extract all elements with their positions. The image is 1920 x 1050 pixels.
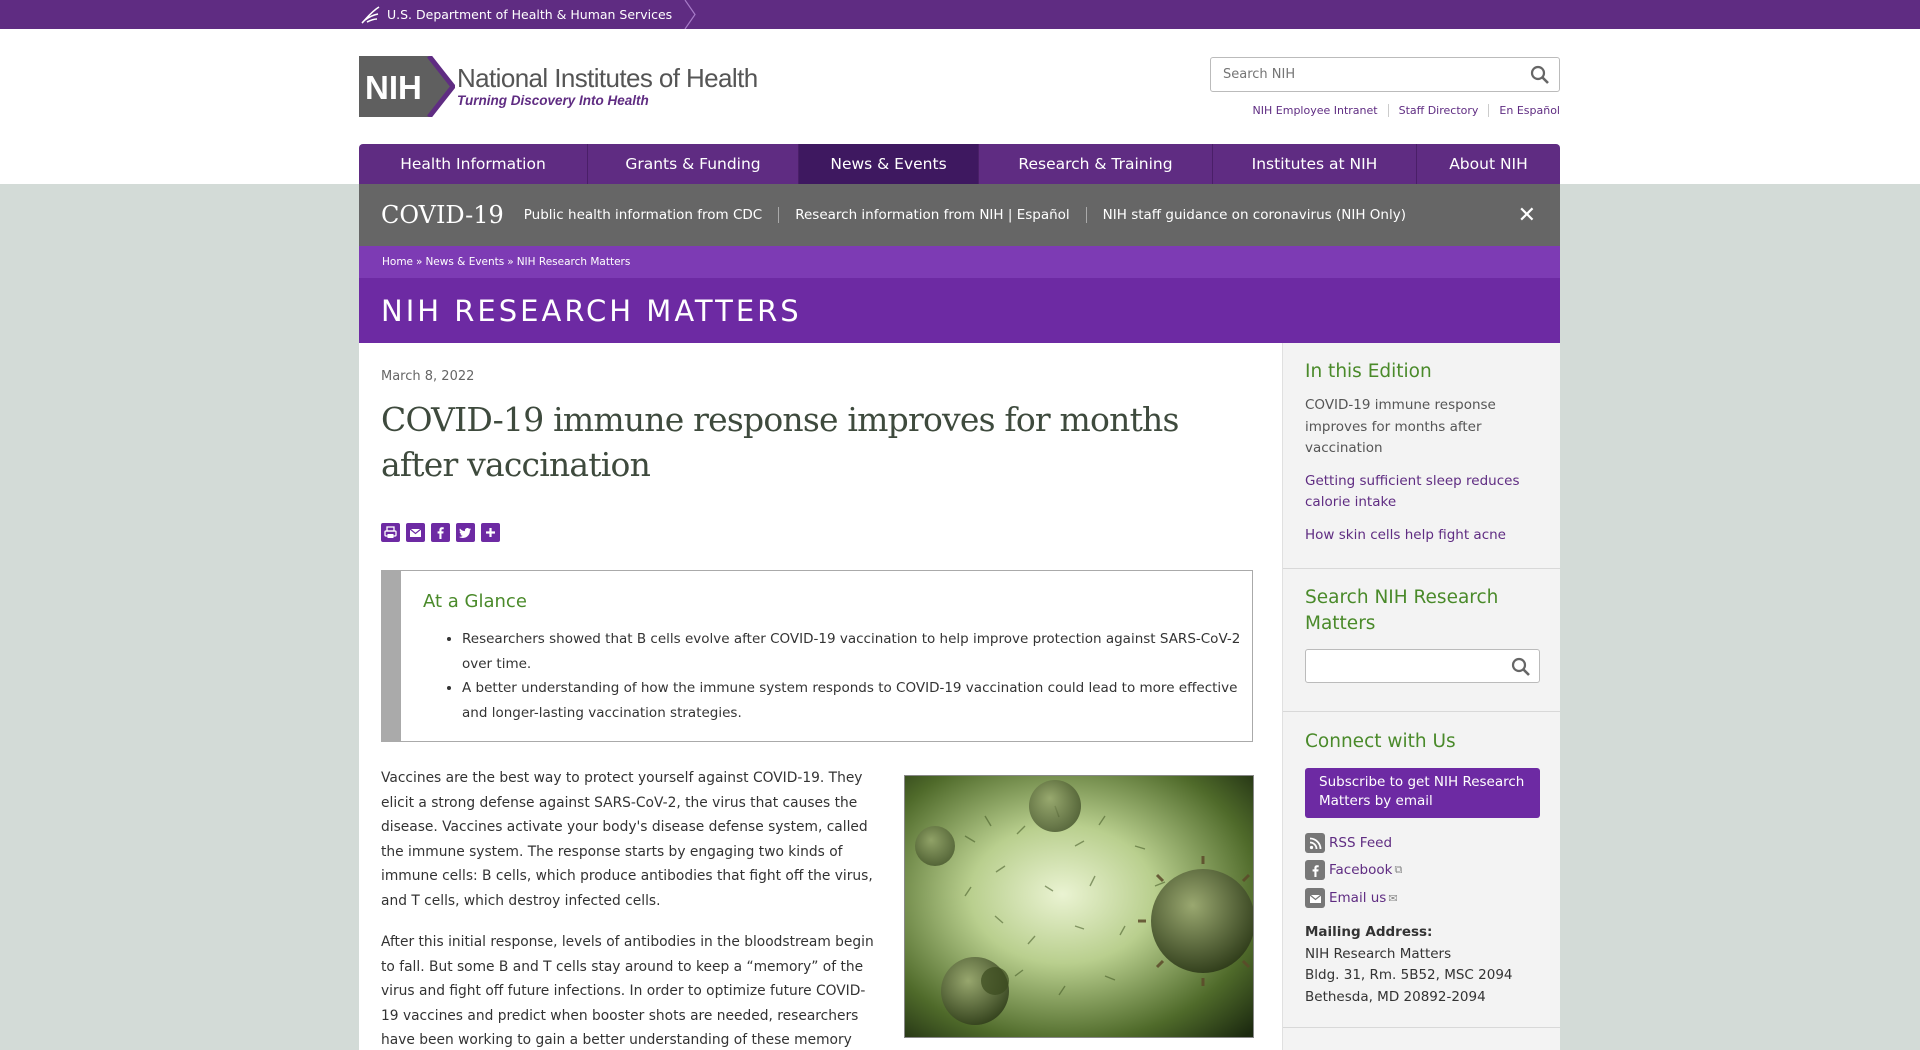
glance-accent-bar: [382, 571, 401, 741]
nih-logo[interactable]: NIH National Institutes of Health Turnin…: [359, 54, 758, 119]
nih-logo-badge: NIH: [359, 54, 457, 119]
edition-item-link[interactable]: Getting sufficient sleep reduces calorie…: [1305, 471, 1538, 514]
main-nav: Health Information Grants & Funding News…: [359, 144, 1560, 184]
search-icon[interactable]: [1530, 65, 1550, 89]
mail-link-icon: ✉: [1388, 891, 1398, 905]
nav-research-training[interactable]: Research & Training: [979, 144, 1213, 184]
glance-title: At a Glance: [423, 591, 527, 612]
rm-search-input[interactable]: [1305, 649, 1540, 683]
article-paragraph: Vaccines are the best way to protect you…: [381, 770, 873, 909]
connect-section: Connect with Us: [1283, 729, 1560, 755]
hhs-label: U.S. Department of Health & Human Servic…: [387, 7, 673, 22]
logo-title: National Institutes of Health: [457, 63, 758, 93]
subscribe-button[interactable]: Subscribe to get NIH Research Matters by…: [1305, 768, 1540, 818]
sidebar: In this Edition COVID-19 immune response…: [1282, 343, 1560, 1050]
site-search: [1210, 57, 1560, 92]
facebook-icon: [1305, 860, 1325, 880]
covid-banner: COVID-19 Public health information from …: [359, 184, 1560, 246]
social-facebook[interactable]: Facebook ⧉: [1305, 860, 1402, 880]
glance-list: Researchers showed that B cells evolve a…: [462, 627, 1242, 725]
glance-item: Researchers showed that B cells evolve a…: [462, 627, 1242, 676]
covid-link-nih-research[interactable]: Research information from NIH | Español: [778, 207, 1085, 223]
rm-search-section: Search NIH Research Matters: [1283, 585, 1560, 637]
rm-search-title: Search NIH Research Matters: [1305, 587, 1499, 634]
twitter-share-icon[interactable]: [456, 523, 475, 542]
nav-news-events[interactable]: News & Events: [799, 144, 979, 184]
covid-link-staff-guidance[interactable]: NIH staff guidance on coronavirus (NIH O…: [1085, 207, 1422, 223]
mailing-line: Bethesda, MD 20892-2094: [1305, 988, 1486, 1005]
social-label: Email us: [1329, 890, 1387, 906]
breadcrumb-separator: »: [416, 256, 423, 268]
close-icon[interactable]: ✕: [1518, 203, 1536, 228]
mailing-line: NIH Research Matters: [1305, 945, 1452, 962]
email-share-icon[interactable]: [406, 523, 425, 542]
social-label: Facebook: [1329, 862, 1393, 878]
edition-item-link[interactable]: How skin cells help fight acne: [1305, 525, 1538, 547]
nih-logo-mark-icon: NIH: [359, 54, 457, 119]
covid-link-cdc[interactable]: Public health information from CDC: [524, 207, 778, 223]
external-link-icon: ⧉: [1394, 863, 1403, 876]
mailing-label: Mailing Address:: [1305, 924, 1433, 940]
logo-badge-text: NIH: [365, 69, 422, 106]
search-input[interactable]: [1211, 58, 1511, 91]
hhs-bar: U.S. Department of Health & Human Servic…: [0, 0, 1920, 29]
breadcrumb-separator: »: [507, 256, 514, 268]
article-title: COVID-19 immune response improves for mo…: [381, 400, 1179, 484]
nav-institutes[interactable]: Institutes at NIH: [1213, 144, 1417, 184]
article-date: March 8, 2022: [381, 369, 475, 384]
social-rss[interactable]: RSS Feed: [1305, 833, 1392, 853]
article-body: Vaccines are the best way to protect you…: [381, 766, 881, 1050]
nav-health-information[interactable]: Health Information: [359, 144, 588, 184]
social-email[interactable]: Email us ✉: [1305, 888, 1398, 908]
chevron-right-icon: [684, 0, 696, 29]
facebook-share-icon[interactable]: [431, 523, 450, 542]
hhs-link[interactable]: U.S. Department of Health & Human Servic…: [359, 0, 696, 29]
breadcrumb-home[interactable]: Home: [382, 256, 413, 268]
nav-grants-funding[interactable]: Grants & Funding: [588, 144, 799, 184]
hhs-eagle-icon: [359, 4, 381, 26]
article-image[interactable]: [904, 775, 1254, 1038]
edition-item-current: COVID-19 immune response improves for mo…: [1305, 397, 1496, 456]
breadcrumb-news-events[interactable]: News & Events: [425, 256, 504, 268]
breadcrumb: Home » News & Events » NIH Research Matt…: [359, 246, 1560, 278]
section-title: NIH RESEARCH MATTERS: [381, 293, 802, 328]
mailing-address: Mailing Address: NIH Research Matters Bl…: [1305, 922, 1513, 1008]
rss-icon: [1305, 833, 1325, 853]
covid-title: COVID-19: [381, 201, 504, 229]
article-paragraph: After this initial response, levels of a…: [381, 934, 874, 1048]
print-icon[interactable]: [381, 523, 400, 542]
at-a-glance-box: At a Glance Researchers showed that B ce…: [381, 570, 1253, 742]
virus-illustration: [905, 776, 1253, 1037]
search-icon[interactable]: [1511, 657, 1531, 681]
breadcrumb-current[interactable]: NIH Research Matters: [517, 256, 631, 268]
share-toolbar: [381, 523, 500, 542]
email-icon: [1305, 888, 1325, 908]
article: March 8, 2022 COVID-19 immune response i…: [359, 343, 1282, 1050]
util-link-espanol[interactable]: En Español: [1488, 104, 1560, 117]
mailing-line: Bldg. 31, Rm. 5B52, MSC 2094: [1305, 967, 1513, 983]
sidebar-divider: [1283, 711, 1560, 712]
util-link-staff-directory[interactable]: Staff Directory: [1387, 104, 1489, 117]
sidebar-divider: [1283, 1027, 1560, 1028]
sidebar-divider: [1283, 568, 1560, 569]
nav-about[interactable]: About NIH: [1417, 144, 1560, 184]
edition-section: In this Edition COVID-19 immune response…: [1283, 359, 1560, 546]
social-label: RSS Feed: [1329, 835, 1393, 851]
connect-title: Connect with Us: [1305, 731, 1456, 752]
edition-title: In this Edition: [1305, 361, 1432, 382]
more-share-icon[interactable]: [481, 523, 500, 542]
section-banner: NIH RESEARCH MATTERS: [359, 278, 1560, 343]
logo-tagline: Turning Discovery Into Health: [457, 93, 649, 108]
util-link-intranet[interactable]: NIH Employee Intranet: [1243, 104, 1388, 117]
glance-item: A better understanding of how the immune…: [462, 676, 1242, 725]
utility-links: NIH Employee Intranet Staff Directory En…: [1243, 104, 1560, 117]
